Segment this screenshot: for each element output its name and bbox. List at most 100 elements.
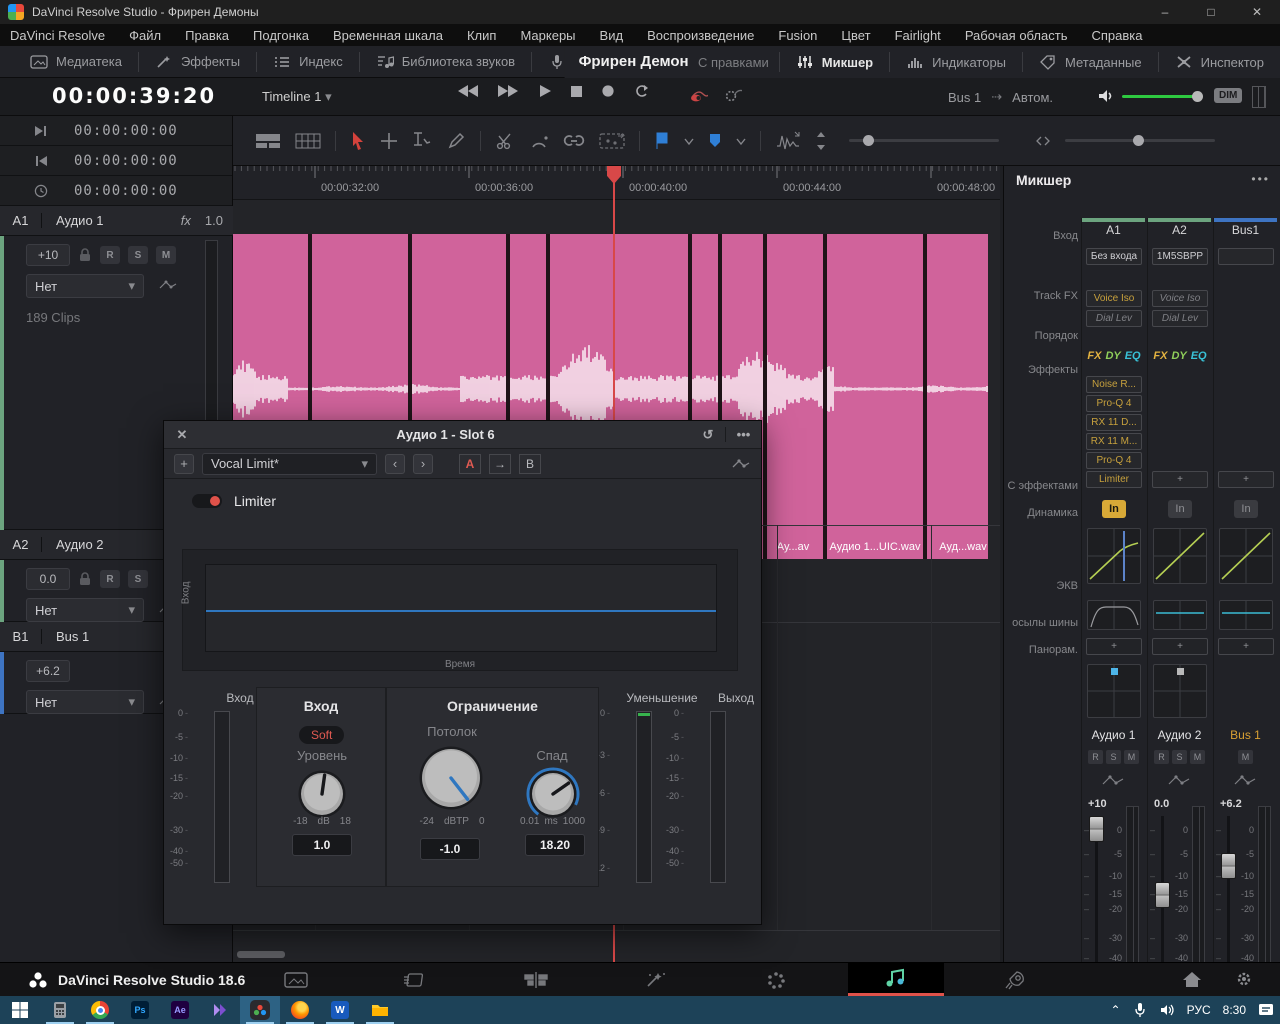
play-button[interactable] [538,84,552,98]
channel-m-button[interactable]: M [1124,750,1139,764]
soft-mode-pill[interactable]: Soft [299,726,344,744]
menu-item-13[interactable]: Справка [1091,28,1142,43]
track-fx-slot[interactable]: Voice Iso [1152,290,1208,307]
menu-item-3[interactable]: Подгонка [253,28,309,43]
channel-name[interactable]: Аудио 1 [1082,728,1145,742]
lock-icon[interactable] [78,248,92,262]
eq-graph[interactable] [1219,600,1273,630]
automation-settings-icon[interactable] [724,86,742,102]
waveform-zoom-icon[interactable] [775,130,801,152]
snap-tool-icon[interactable] [529,132,549,150]
dynamics-graph[interactable] [1087,528,1141,584]
channel-name[interactable]: Аудио 2 [1148,728,1211,742]
start-button[interactable] [0,996,40,1024]
eq-graph[interactable] [1153,600,1207,630]
menu-item-9[interactable]: Fusion [778,28,817,43]
track-view-icon[interactable] [255,132,281,150]
menu-item-1[interactable]: Файл [129,28,161,43]
dim-button[interactable]: DIM [1214,88,1242,103]
plugin-bypass-toggle[interactable] [192,494,222,508]
track-fx-slot[interactable]: Voice Iso [1086,290,1142,307]
fader-handle[interactable] [1155,882,1170,908]
after-effects-app[interactable]: Ae [160,996,200,1024]
toolbar-button-index[interactable]: Индекс [257,46,359,78]
eq-graph[interactable] [1087,600,1141,630]
minimize-button[interactable]: – [1142,0,1188,24]
track-automation-dropdown[interactable]: Нет▾ [26,274,144,298]
edit-tool-icon[interactable] [412,131,432,151]
range-tool-icon[interactable] [380,132,398,150]
stop-button[interactable] [570,84,583,98]
post-fx-in-button[interactable]: In [1234,500,1258,518]
toolbar-button-media-pool[interactable]: Медиатека [14,46,138,78]
mixer-options-icon[interactable]: ••• [1251,172,1270,186]
level-value[interactable]: 1.0 [292,834,352,856]
photoshop-app[interactable]: Ps [120,996,160,1024]
toolbar-button-mixer[interactable]: Микшер [780,46,889,78]
cut-page-icon[interactable] [368,963,464,996]
rewind-button[interactable] [458,84,480,98]
dynamics-graph[interactable] [1219,528,1273,584]
automation-curve-icon[interactable] [158,278,178,292]
marker-dropdown-icon[interactable] [736,136,746,146]
bus-send-add-button[interactable]: + [1152,638,1208,655]
release-knob[interactable] [525,766,581,822]
automation-curve-icon[interactable] [1100,772,1126,788]
toolbar-button-inspector[interactable]: Инспектор [1159,46,1280,78]
track-fx-slot[interactable]: Dial Lev [1086,310,1142,327]
flag-icon[interactable] [654,132,670,150]
maximize-button[interactable]: □ [1188,0,1234,24]
ceiling-knob[interactable] [415,742,487,814]
lock-icon[interactable] [78,572,92,586]
track-automation-dropdown[interactable]: Нет▾ [26,690,144,714]
notifications-icon[interactable] [1258,1002,1274,1018]
channel-s-button[interactable]: S [1172,750,1187,764]
edit-page-icon[interactable] [488,963,584,996]
ab-compare-a-button[interactable]: A [459,454,481,474]
keyframe-box-icon[interactable] [599,131,625,151]
clock[interactable]: 8:30 [1223,1003,1246,1017]
ab-compare-b-button[interactable]: B [519,454,541,474]
volume-icon[interactable] [1159,1002,1175,1018]
media-page-icon[interactable] [248,963,344,996]
timeline-selector[interactable]: Timeline 1 ▾ [262,89,332,105]
microphone-icon[interactable] [1133,1002,1147,1018]
dialog-close-icon[interactable]: ✕ [164,427,200,443]
track-trim-value[interactable]: +6.2 [26,660,70,682]
channel-input-box[interactable] [1218,248,1274,265]
resolve-app[interactable] [240,996,280,1024]
fusion-page-icon[interactable] [608,963,704,996]
menu-item-6[interactable]: Маркеры [520,28,575,43]
media-player-app[interactable] [200,996,240,1024]
marker-icon[interactable] [708,132,722,150]
post-fx-in-button[interactable]: In [1168,500,1192,518]
language-indicator[interactable]: РУС [1187,1003,1211,1017]
automation-curve-icon[interactable] [1166,772,1192,788]
effect-slot[interactable]: Pro-Q 4 [1086,452,1142,469]
toolbar-button-effects[interactable]: Эффекты [139,46,256,78]
effect-slot[interactable]: RX 11 D... [1086,414,1142,431]
menu-item-10[interactable]: Цвет [841,28,870,43]
channel-r-button[interactable]: R [1154,750,1169,764]
effect-slot[interactable]: Noise R... [1086,376,1142,393]
track-height-slider[interactable] [849,139,999,142]
track-m-button[interactable]: M [156,246,176,264]
menu-item-11[interactable]: Fairlight [895,28,941,43]
effect-slot[interactable]: RX 11 M... [1086,433,1142,450]
track-trim-value[interactable]: +10 [26,244,70,266]
automation-toggle-icon[interactable] [690,86,708,102]
deliver-page-icon[interactable] [968,963,1064,996]
bus-send-add-button[interactable]: + [1218,638,1274,655]
menu-item-5[interactable]: Клип [467,28,496,43]
toolbar-button-metadata[interactable]: Метаданные [1023,46,1158,78]
effect-slot[interactable]: Limiter [1086,471,1142,488]
loop-button[interactable] [633,84,649,98]
track-r-button[interactable]: R [100,570,120,588]
gear-icon[interactable] [1234,970,1254,988]
grid-view-icon[interactable] [295,132,321,150]
fx-order-badges[interactable]: FXDYEQ [1152,350,1208,362]
channel-s-button[interactable]: S [1106,750,1121,764]
post-fx-in-button[interactable]: In [1102,500,1126,518]
track-trim-value[interactable]: 0.0 [26,568,70,590]
pan-control[interactable] [1087,664,1141,718]
